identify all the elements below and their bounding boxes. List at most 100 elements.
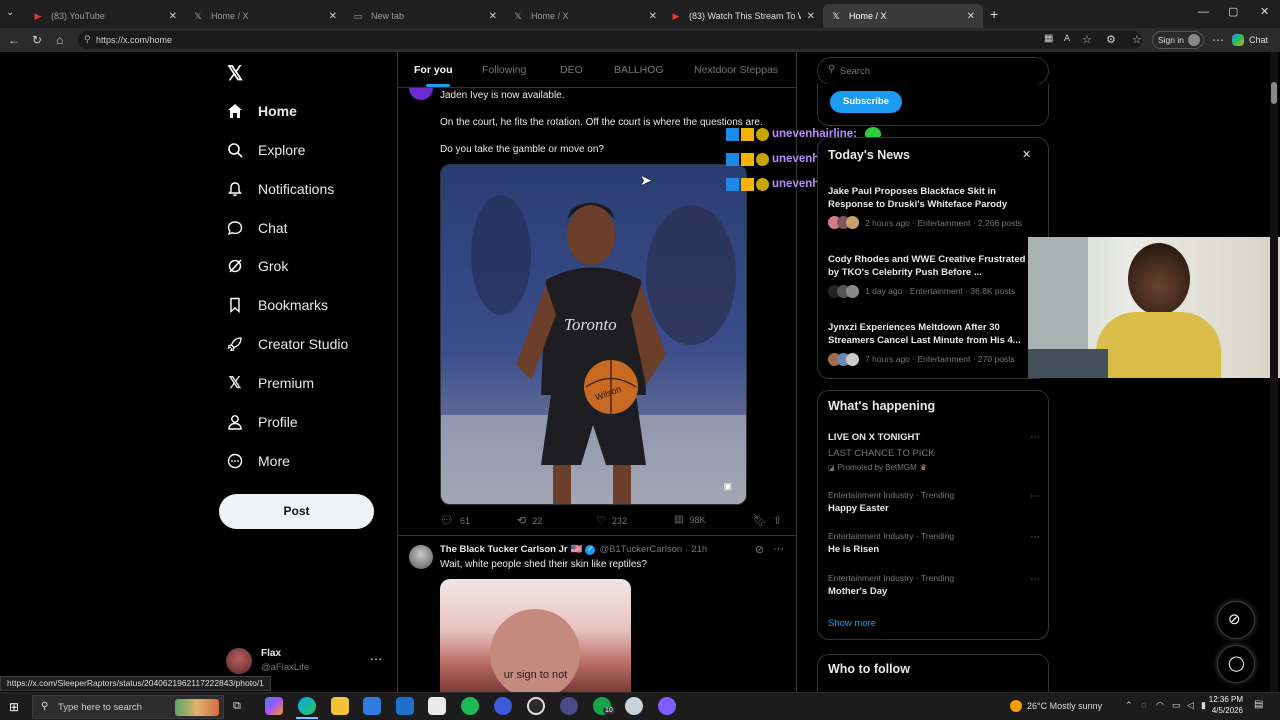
tray-volume-icon[interactable]: ◁ xyxy=(1187,700,1194,711)
close-tab-icon[interactable]: ✕ xyxy=(323,11,337,22)
back-arrow-icon[interactable]: ← xyxy=(8,33,20,47)
tab-actions-chevron-icon[interactable]: ⌄ xyxy=(6,7,14,18)
nav-item-notifications[interactable]: Notifications xyxy=(226,175,334,203)
browser-tab-active[interactable]: 𝕏 Home / X ✕ xyxy=(823,4,983,28)
window-close-icon[interactable]: ✕ xyxy=(1260,5,1269,18)
nav-item-profile[interactable]: Profile xyxy=(226,408,298,436)
trend-item[interactable]: Entertainment Industry · Trending Mother… xyxy=(828,573,1040,603)
nav-item-grok[interactable]: Grok xyxy=(226,252,288,280)
nav-item-explore[interactable]: Explore xyxy=(226,136,305,164)
maximize-icon[interactable]: ▢ xyxy=(1228,5,1238,18)
media-app-icon[interactable] xyxy=(560,697,578,715)
edge-browser-icon[interactable] xyxy=(298,697,316,715)
x-logo-icon[interactable]: 𝕏 xyxy=(227,61,243,86)
search-box[interactable]: ⚲ Search xyxy=(817,57,1049,85)
site-info-icon[interactable]: ⚲ xyxy=(84,34,91,45)
task-view-icon[interactable]: ⧉ xyxy=(233,700,241,713)
post-author-avatar[interactable] xyxy=(409,88,433,100)
show-more-link[interactable]: Show more xyxy=(828,618,876,629)
taskbar-search-box[interactable]: ⚲ Type here to search xyxy=(32,695,224,719)
spotify-icon[interactable] xyxy=(461,697,479,715)
clock[interactable]: 12:36 PM 4/5/2026 xyxy=(1203,695,1243,715)
obs-icon[interactable] xyxy=(527,697,545,715)
news-headline[interactable]: Jake Paul Proposes Blackface Skit in Res… xyxy=(828,185,1028,211)
post-button[interactable]: Post xyxy=(219,494,374,529)
read-aloud-icon[interactable]: A xyxy=(1064,33,1070,43)
app-available-icon[interactable]: ▦ xyxy=(1044,33,1053,44)
bookmark-button[interactable]: 🔖︎ xyxy=(753,514,767,527)
trend-more-icon[interactable]: ⋯ xyxy=(1030,532,1040,543)
trend-more-icon[interactable]: ⋯ xyxy=(1030,491,1040,502)
views-button[interactable]: ▥ 98K xyxy=(674,514,705,525)
tab-deo[interactable]: DEO xyxy=(560,64,583,76)
nav-item-bookmarks[interactable]: Bookmarks xyxy=(226,291,328,319)
like-button[interactable]: ♡ 232 xyxy=(596,514,627,527)
notification-center-icon[interactable]: ▤ xyxy=(1254,699,1263,710)
post-media-photo[interactable]: Toronto Wilson ▣ xyxy=(440,164,747,505)
mail-icon[interactable] xyxy=(396,697,414,715)
nav-item-home[interactable]: Home xyxy=(226,97,297,125)
file-explorer-icon[interactable] xyxy=(331,697,349,715)
browser-tab[interactable]: 𝕏 Home / X ✕ xyxy=(185,4,345,28)
post-author-avatar[interactable] xyxy=(409,545,433,569)
grok-floating-button[interactable]: ⊘ xyxy=(1217,601,1255,639)
favorite-star-icon[interactable]: ☆ xyxy=(1082,33,1092,46)
close-news-icon[interactable]: ✕ xyxy=(1022,148,1031,161)
notepad-icon[interactable] xyxy=(428,697,446,715)
minimize-icon[interactable]: — xyxy=(1198,6,1209,18)
browser-tab[interactable]: ▶ (83) Watch This Stream To Win $1, ✕ xyxy=(663,4,823,28)
tray-display-icon[interactable]: ▭ xyxy=(1172,700,1181,711)
url-field[interactable]: https://x.com/home xyxy=(78,31,1142,49)
scrollbar-thumb[interactable] xyxy=(1271,82,1277,104)
tab-following[interactable]: Following xyxy=(482,64,526,76)
sign-in-button[interactable]: Sign in xyxy=(1152,31,1204,49)
news-headline[interactable]: Jynxzi Experiences Meltdown After 30 Str… xyxy=(828,321,1028,347)
tab-for-you[interactable]: For you xyxy=(414,64,453,76)
post-media-photo[interactable]: ur sign to not xyxy=(440,579,631,692)
reply-button[interactable]: 💬︎ 61 xyxy=(440,514,470,527)
nav-item-chat[interactable]: Chat xyxy=(226,214,288,242)
tray-wifi-icon[interactable]: ◠ xyxy=(1156,700,1164,711)
close-tab-icon[interactable]: ✕ xyxy=(801,11,815,22)
windows-start-icon[interactable]: ⊞ xyxy=(9,700,19,714)
browser-tab[interactable]: ▶ (83) YouTube ✕ xyxy=(25,4,185,28)
page-scrollbar[interactable] xyxy=(1270,52,1278,692)
grok-icon[interactable]: ⊘ xyxy=(755,543,764,556)
app-blue-icon[interactable] xyxy=(494,697,512,715)
new-tab-plus-icon[interactable]: + xyxy=(990,6,998,22)
close-tab-icon[interactable]: ✕ xyxy=(163,11,177,22)
post-more-icon[interactable]: ⋯ xyxy=(773,542,784,555)
refresh-icon[interactable]: ↻ xyxy=(32,33,42,47)
browser-tab[interactable]: 𝕏 Home / X ✕ xyxy=(505,4,665,28)
copilot-taskbar-icon[interactable] xyxy=(265,697,283,715)
share-button[interactable]: ⇧ xyxy=(773,514,782,527)
nav-item-premium[interactable]: 𝕏 Premium xyxy=(226,369,314,397)
home-icon[interactable]: ⌂ xyxy=(56,33,63,47)
trend-item[interactable]: Entertainment Industry · Trending Happy … xyxy=(828,490,1040,520)
author-name[interactable]: The Black Tucker Carlson Jr xyxy=(440,544,568,555)
tab-nextdoor-steppas[interactable]: Nextdoor Steppas xyxy=(694,64,778,76)
repost-button[interactable]: ⟲ 22 xyxy=(517,514,542,527)
trend-item[interactable]: LIVE ON X TONIGHT LAST CHANCE TO PICK ◪ … xyxy=(828,432,1040,476)
browser-tab[interactable]: ▭ New tab ✕ xyxy=(345,4,505,28)
tab-ballhog[interactable]: BALLHOG xyxy=(614,64,664,76)
settings-more-icon[interactable]: ⋯ xyxy=(1212,33,1224,47)
copilot-chat-button[interactable]: Chat xyxy=(1232,34,1268,46)
nav-item-more[interactable]: More xyxy=(226,447,290,475)
close-tab-icon[interactable]: ✕ xyxy=(643,11,657,22)
trend-item[interactable]: Entertainment Industry · Trending He is … xyxy=(828,531,1040,561)
subscribe-button[interactable]: Subscribe xyxy=(830,91,902,113)
tray-chevron-icon[interactable]: ⌃ xyxy=(1125,700,1133,711)
trend-more-icon[interactable]: ⋯ xyxy=(1030,432,1040,443)
nav-item-creator-studio[interactable]: Creator Studio xyxy=(226,330,348,358)
close-tab-icon[interactable]: ✕ xyxy=(961,11,975,22)
store-icon[interactable] xyxy=(363,697,381,715)
steam-icon[interactable] xyxy=(625,697,643,715)
weather-widget[interactable]: 26°C Mostly sunny xyxy=(1010,700,1102,712)
alt-text-badge-icon[interactable]: ▣ xyxy=(723,481,732,492)
messages-floating-button[interactable]: ◯ xyxy=(1217,645,1255,683)
close-tab-icon[interactable]: ✕ xyxy=(483,11,497,22)
news-headline[interactable]: Cody Rhodes and WWE Creative Frustrated … xyxy=(828,253,1028,279)
tray-network-icon[interactable]: ◌ xyxy=(1141,700,1146,710)
trend-more-icon[interactable]: ⋯ xyxy=(1030,574,1040,585)
